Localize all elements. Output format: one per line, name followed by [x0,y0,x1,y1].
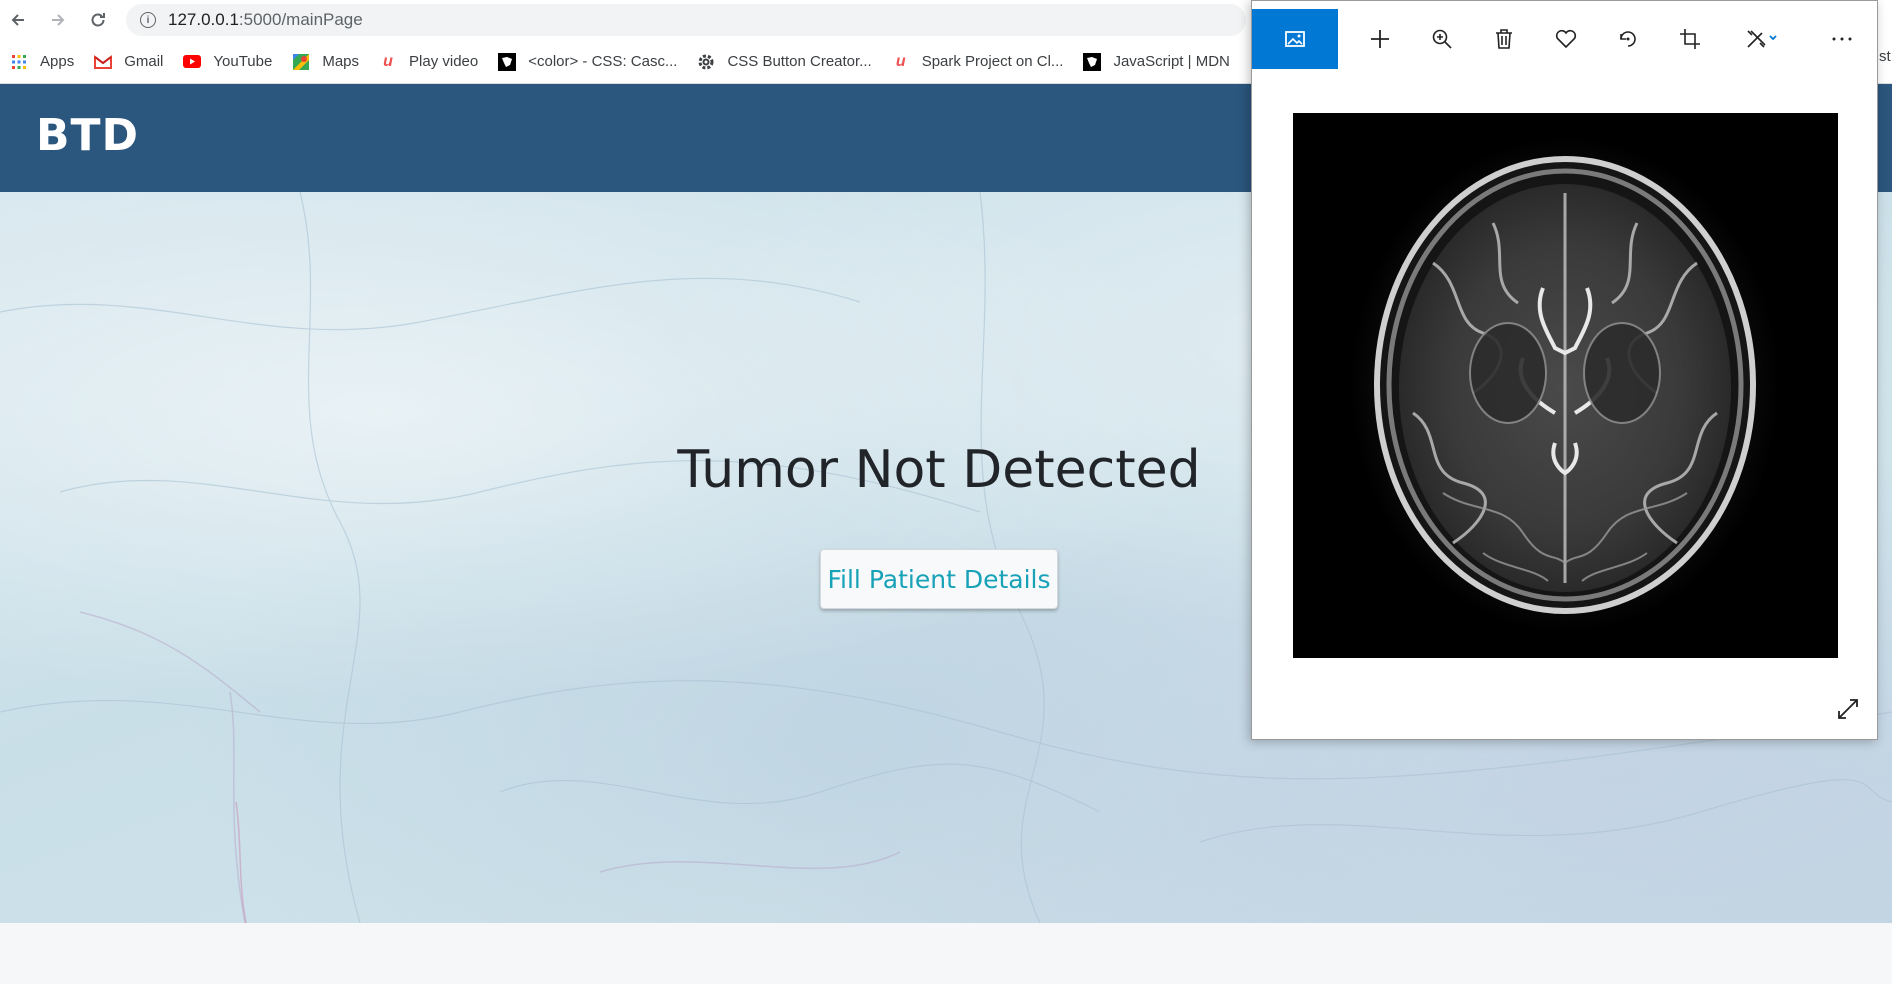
bookmark-label: <color> - CSS: Casc... [528,53,678,70]
bookmark-maps[interactable]: Maps [292,53,359,71]
bookmark-css-color[interactable]: <color> - CSS: Casc... [498,52,678,71]
udemy-icon: u [895,52,906,70]
udemy-icon: u [383,52,393,70]
fill-patient-details-button[interactable]: Fill Patient Details [820,549,1058,609]
rotate-icon [1620,31,1636,47]
site-info-icon[interactable]: i [140,12,156,28]
url-host: 127.0.0.1 [168,10,239,29]
brain-mri-image [1293,113,1838,658]
bookmark-javascript-mdn[interactable]: JavaScript | MDN [1083,52,1230,71]
bookmark-label: Gmail [124,53,164,70]
gmail-icon [94,53,113,71]
bookmark-play-video[interactable]: u Play video [379,53,478,71]
reload-icon [91,13,105,27]
bookmark-label: CSS Button Creator... [727,53,872,70]
more-options-button[interactable] [1812,9,1872,69]
add-to-button[interactable] [1350,9,1410,69]
brand-logo[interactable]: BTD [36,110,139,161]
see-all-photos-button[interactable] [1252,9,1338,69]
rotate-button[interactable] [1598,9,1658,69]
viewer-toolbar [1252,1,1879,77]
url-path: :5000/mainPage [238,10,363,29]
reload-button[interactable] [84,6,112,34]
bookmark-label: Play video [409,53,479,70]
apps-grid-icon [10,53,28,71]
bookmark-label: YouTube [213,53,273,70]
back-arrow-icon [11,14,24,26]
see-image-icon [1285,31,1305,47]
bookmark-spark-project[interactable]: u Spark Project on Cl... [892,53,1064,71]
youtube-icon [183,53,202,71]
gear-icon [697,53,715,71]
zoom-button[interactable] [1412,9,1472,69]
favorite-icon [1555,29,1577,49]
page-footer-strip [0,923,1892,984]
forward-arrow-icon [52,14,65,26]
add-icon [1371,30,1389,48]
bookmark-label: Spark Project on Cl... [921,53,1064,70]
bookmark-overflow-text: st [1879,48,1891,65]
edit-icon [1747,30,1777,48]
forward-button[interactable] [44,6,72,34]
bookmark-label: JavaScript | MDN [1113,53,1230,70]
bookmark-label: Apps [40,53,75,70]
delete-icon [1496,29,1512,49]
back-button[interactable] [4,6,32,34]
crop-button[interactable] [1660,9,1720,69]
bookmark-label: Maps [322,53,360,70]
more-icon [1832,37,1852,41]
image-viewer-window [1251,0,1878,740]
expand-button[interactable] [1832,693,1864,725]
delete-button[interactable] [1474,9,1534,69]
bookmark-apps[interactable]: Apps [10,53,74,71]
crop-icon [1680,29,1700,49]
zoom-icon [1432,29,1452,49]
bookmark-css-button-creator[interactable]: CSS Button Creator... [697,53,872,71]
address-bar[interactable]: i 127.0.0.1:5000/mainPage [126,4,1246,36]
bookmark-youtube[interactable]: YouTube [183,53,272,71]
expand-icon [1838,699,1858,719]
mdn-icon [1083,52,1102,71]
favorite-button[interactable] [1536,9,1596,69]
bookmark-gmail[interactable]: Gmail [94,53,163,71]
maps-icon [292,53,310,71]
mdn-icon [498,52,517,71]
edit-create-button[interactable] [1732,9,1792,69]
